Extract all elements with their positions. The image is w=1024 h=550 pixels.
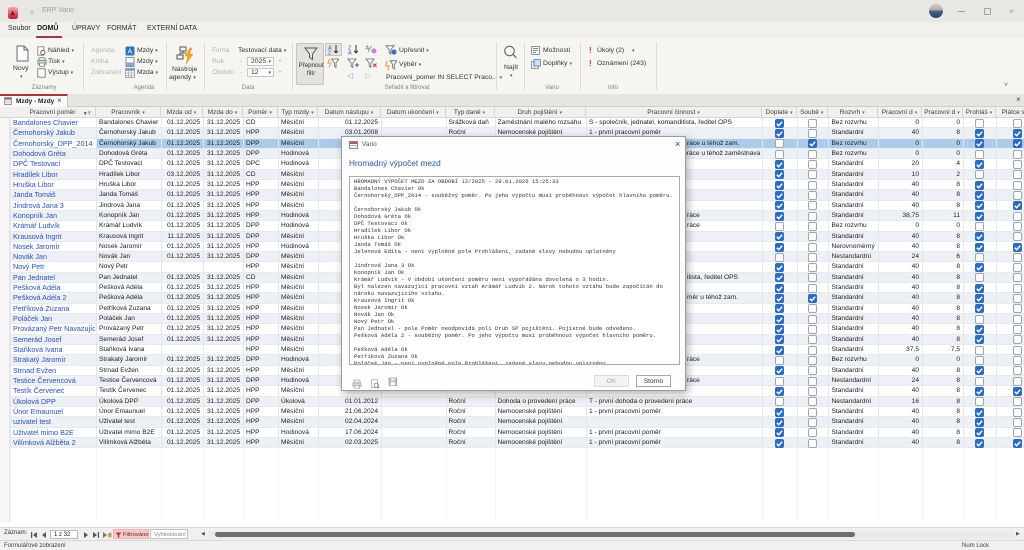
- svg-text:A: A: [348, 51, 352, 56]
- svg-text:A: A: [128, 49, 133, 56]
